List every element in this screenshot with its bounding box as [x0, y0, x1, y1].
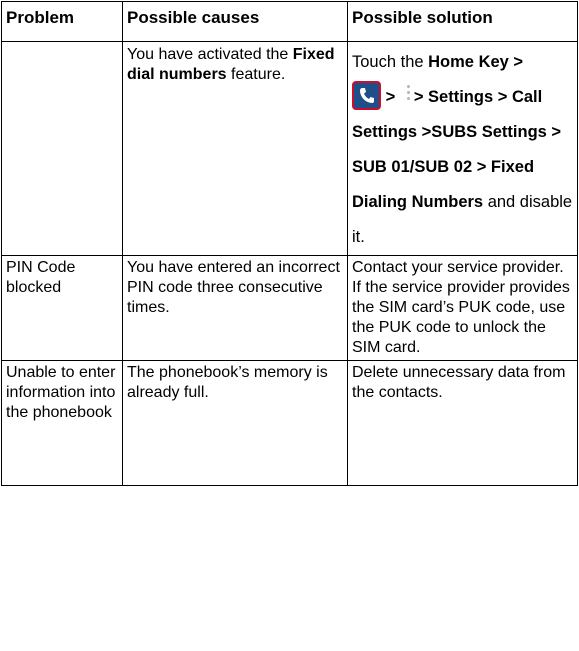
- troubleshooting-table: Problem Possible causes Possible solutio…: [1, 1, 578, 486]
- header-row: Problem Possible causes Possible solutio…: [1, 1, 578, 42]
- header-causes: Possible causes: [122, 1, 348, 42]
- cause-cell: You have entered an incorrect PIN code t…: [122, 255, 348, 361]
- solution-cell: Contact your service provider. If the se…: [347, 255, 578, 361]
- solution-text: Touch the: [352, 53, 429, 71]
- separator: >: [381, 88, 400, 106]
- more-options-icon: [404, 82, 412, 104]
- problem-cell: Unable to enter information into the pho…: [1, 360, 123, 486]
- table-row: PIN Code blocked You have entered an inc…: [1, 255, 578, 361]
- header-problem: Problem: [1, 1, 123, 42]
- cause-text-end: feature.: [226, 66, 286, 83]
- phone-icon: [352, 81, 381, 110]
- table-row: You have activated the Fixed dial number…: [1, 41, 578, 256]
- settings-label: > Settings >: [413, 88, 508, 106]
- solution-cell: Delete unnecessary data from the contact…: [347, 360, 578, 486]
- header-solution: Possible solution: [347, 1, 578, 42]
- solution-cell: Touch the Home Key > > > Settings > Call…: [347, 41, 578, 256]
- problem-cell: PIN Code blocked: [1, 255, 123, 361]
- cause-text: You have activated the: [127, 46, 293, 63]
- cause-cell: The phonebook’s memory is already full.: [122, 360, 348, 486]
- problem-cell: [1, 41, 123, 256]
- cause-cell: You have activated the Fixed dial number…: [122, 41, 348, 256]
- table-row: Unable to enter information into the pho…: [1, 360, 578, 486]
- home-key-label: Home Key >: [428, 53, 524, 71]
